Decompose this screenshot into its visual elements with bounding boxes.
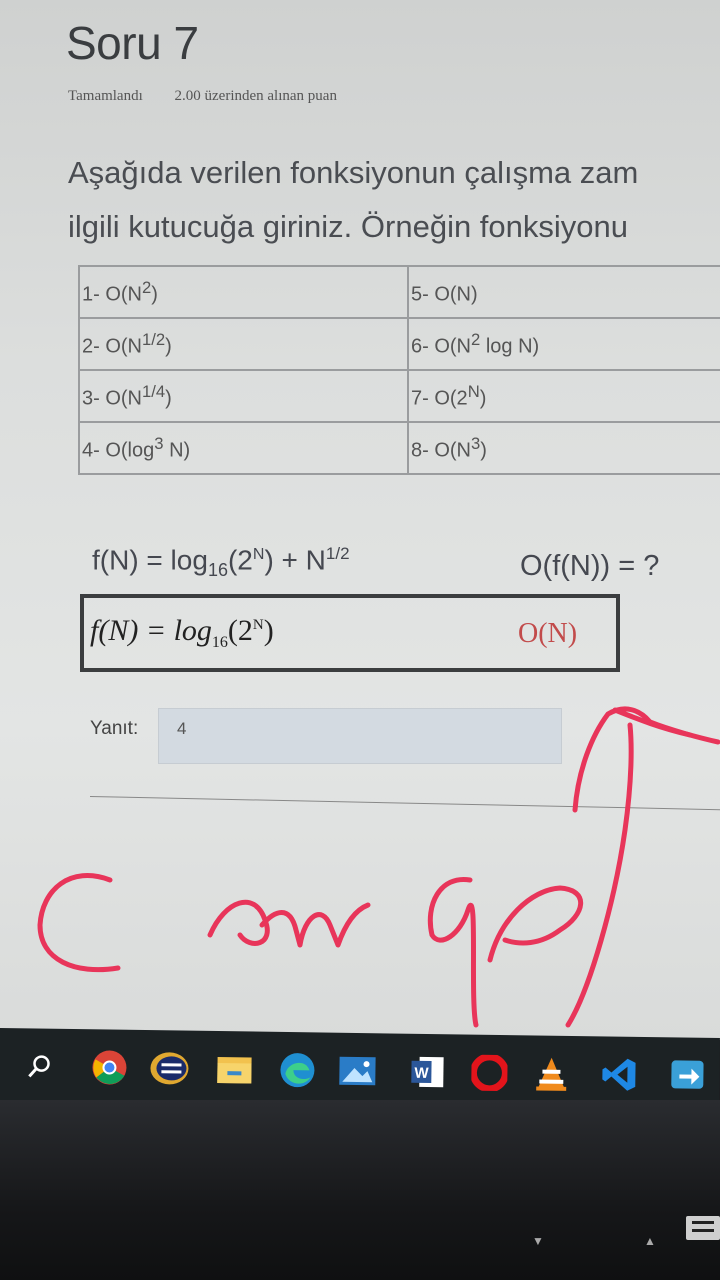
edge-icon[interactable] xyxy=(277,1050,318,1091)
bezel-down-arrow-icon: ▼ xyxy=(532,1234,544,1248)
vscode-icon[interactable] xyxy=(599,1054,640,1095)
search-icon[interactable] xyxy=(19,1046,60,1087)
handwritten-scribble xyxy=(37,706,720,1028)
menu-button-icon xyxy=(686,1216,720,1240)
svg-text:W: W xyxy=(414,1065,429,1082)
file-explorer-icon[interactable] xyxy=(214,1049,255,1090)
opera-icon[interactable] xyxy=(469,1053,510,1094)
monitor-bezel: ▼ ▲ xyxy=(0,1100,720,1280)
word-icon[interactable]: W xyxy=(407,1052,448,1093)
moodle-question-page: Soru 7 Tamamlandı 2.00 üzerinden alınan … xyxy=(0,0,720,1040)
bezel-up-arrow-icon: ▲ xyxy=(644,1234,656,1248)
vlc-icon[interactable] xyxy=(531,1053,572,1094)
remote-desktop-icon[interactable] xyxy=(667,1055,708,1096)
app-icon[interactable] xyxy=(149,1048,190,1089)
photos-icon[interactable] xyxy=(337,1051,378,1092)
chrome-icon[interactable] xyxy=(89,1047,130,1088)
